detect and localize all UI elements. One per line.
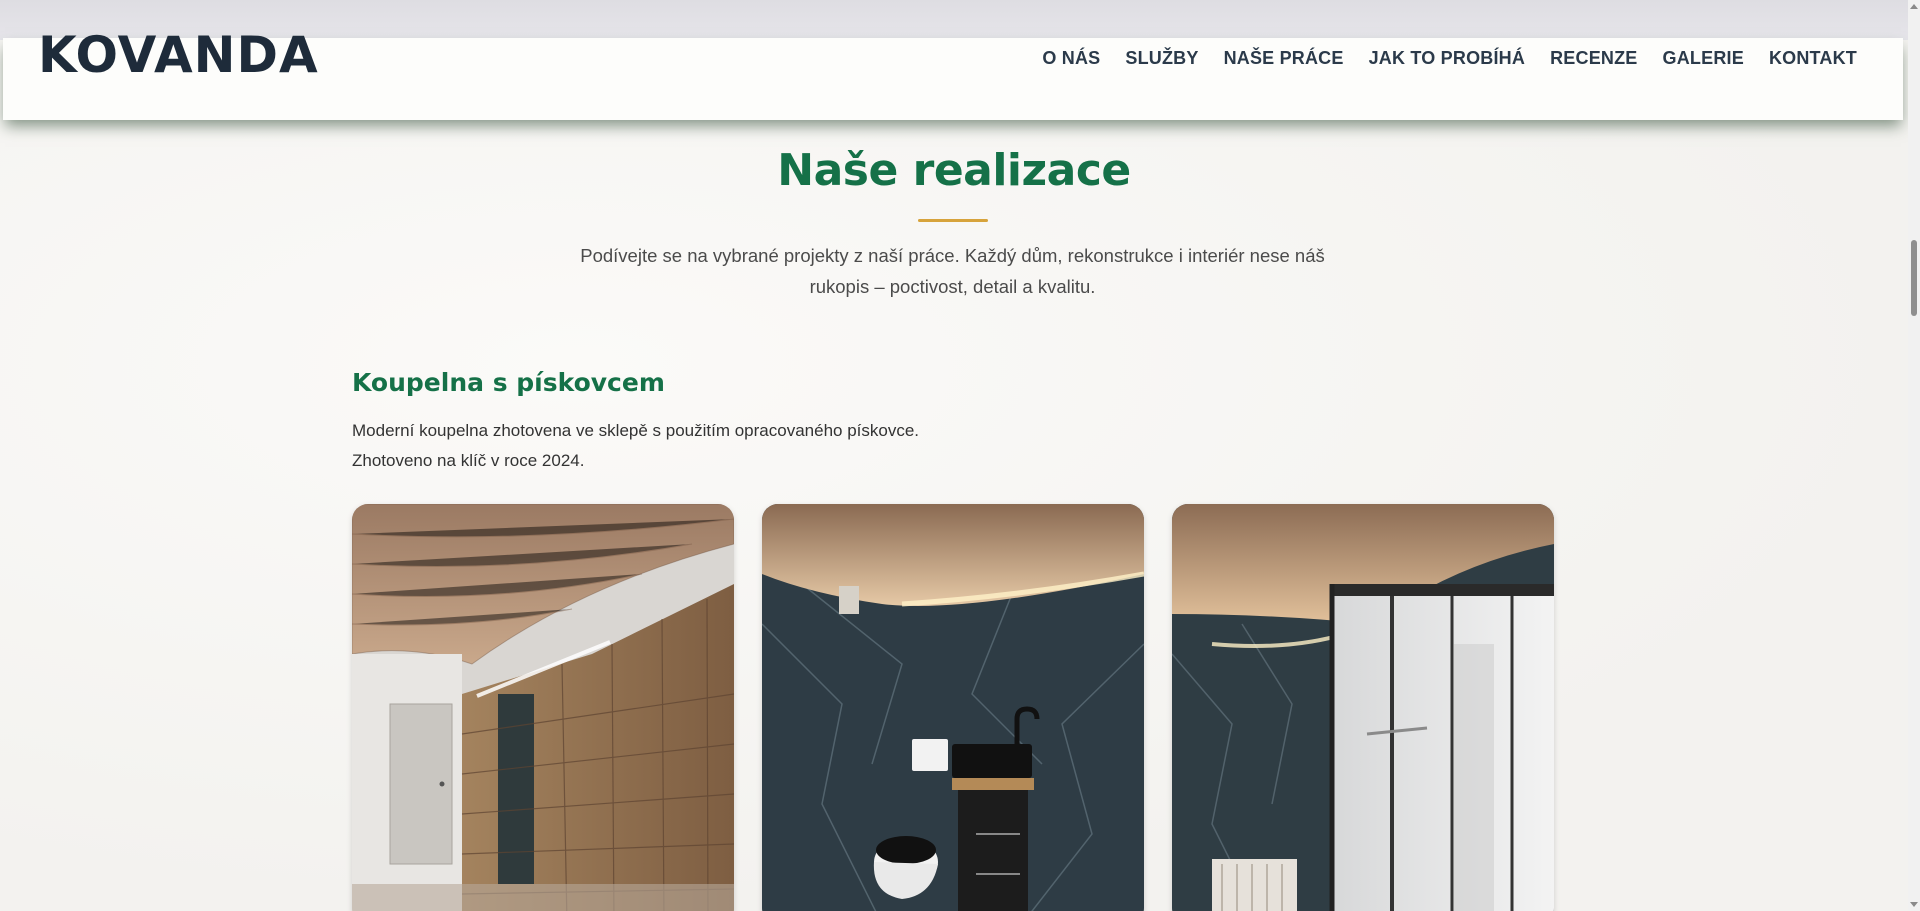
nav-item-jak-to-probiha[interactable]: JAK TO PROBÍHÁ xyxy=(1369,48,1526,69)
nav-item-o-nas[interactable]: O NÁS xyxy=(1042,48,1100,69)
gallery-photo-bathroom-sink[interactable] xyxy=(762,504,1144,911)
gallery-photo-corridor[interactable] xyxy=(352,504,734,911)
nav-item-sluzby[interactable]: SLUŽBY xyxy=(1125,48,1198,69)
page: KOVANDA O NÁS SLUŽBY NAŠE PRÁCE JAK TO P… xyxy=(0,0,1920,911)
title-underline xyxy=(918,219,988,222)
scroll-down-arrow-icon[interactable] xyxy=(1910,902,1918,907)
page-scrollbar[interactable] xyxy=(1908,0,1920,911)
gallery-photo-shower[interactable] xyxy=(1172,504,1554,911)
site-logo[interactable]: KOVANDA xyxy=(38,30,319,80)
main-nav: O NÁS SLUŽBY NAŠE PRÁCE JAK TO PROBÍHÁ R… xyxy=(1017,48,1857,69)
section-title: Naše realizace xyxy=(777,145,1131,196)
site-header: KOVANDA O NÁS SLUŽBY NAŠE PRÁCE JAK TO P… xyxy=(3,30,1903,120)
project-description: Moderní koupelna zhotovena ve sklepě s p… xyxy=(352,416,919,476)
project-description-line-1: Moderní koupelna zhotovena ve sklepě s p… xyxy=(352,421,920,440)
scroll-up-arrow-icon[interactable] xyxy=(1910,4,1918,9)
project-gallery xyxy=(352,504,1554,911)
nav-item-nase-prace[interactable]: NAŠE PRÁCE xyxy=(1224,48,1344,69)
section-intro: Podívejte se na vybrané projekty z naší … xyxy=(580,245,1325,297)
scrollbar-thumb[interactable] xyxy=(1911,240,1917,316)
project-title: Koupelna s pískovcem xyxy=(352,368,665,397)
project-description-line-2: Zhotoveno na klíč v roce 2024. xyxy=(352,451,585,470)
nav-item-recenze[interactable]: RECENZE xyxy=(1550,48,1637,69)
nav-item-galerie[interactable]: GALERIE xyxy=(1663,48,1744,69)
nav-item-kontakt[interactable]: KONTAKT xyxy=(1769,48,1857,69)
